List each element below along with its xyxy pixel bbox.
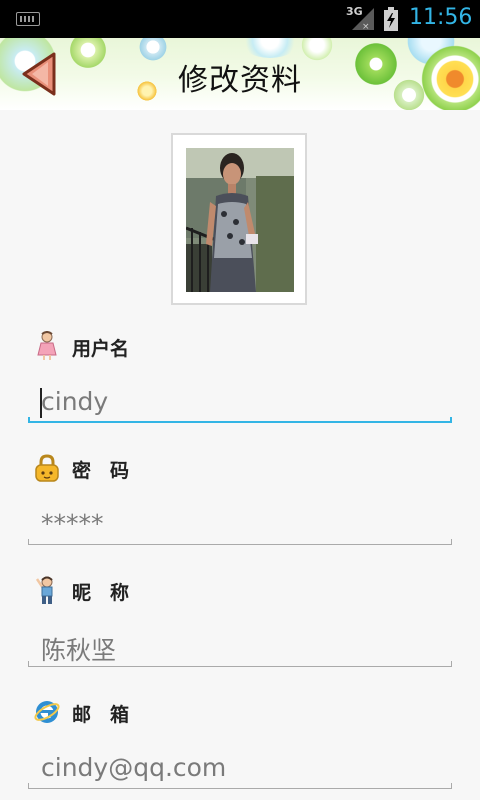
email-value: cindy@qq.com [41, 753, 227, 782]
nickname-underline [28, 661, 452, 667]
email-input[interactable]: cindy@qq.com [28, 747, 452, 789]
password-underline [28, 539, 452, 545]
keyboard-icon [16, 12, 40, 26]
avatar-photo [186, 148, 294, 292]
password-input[interactable]: ***** [28, 503, 452, 545]
username-input[interactable]: cindy [28, 381, 452, 423]
email-label: 邮 箱 [72, 704, 130, 726]
username-underline [28, 417, 452, 423]
title-bar: 修改资料 [0, 38, 480, 110]
username-value: cindy [41, 387, 109, 416]
nickname-value: 陈秋坚 [41, 636, 117, 665]
status-clock: 11:56 [409, 5, 473, 30]
girl-icon [37, 331, 57, 360]
password-label: 密 码 [72, 460, 130, 482]
avatar-frame[interactable] [171, 133, 307, 305]
battery-charging-icon [384, 7, 398, 31]
nickname-input[interactable]: 陈秋坚 [28, 625, 452, 667]
svg-text:×: × [362, 22, 370, 30]
email-underline [28, 783, 452, 789]
username-label: 用户名 [72, 338, 130, 360]
nickname-label: 昵 称 [72, 582, 130, 604]
ie-email-icon [34, 701, 60, 723]
signal-icon: × [352, 8, 374, 30]
waving-kid-icon [35, 576, 53, 604]
status-bar: 3G × 11:56 [0, 0, 480, 38]
password-value: ***** [41, 509, 104, 538]
page-title: 修改资料 [178, 63, 302, 98]
padlock-icon [35, 454, 59, 482]
